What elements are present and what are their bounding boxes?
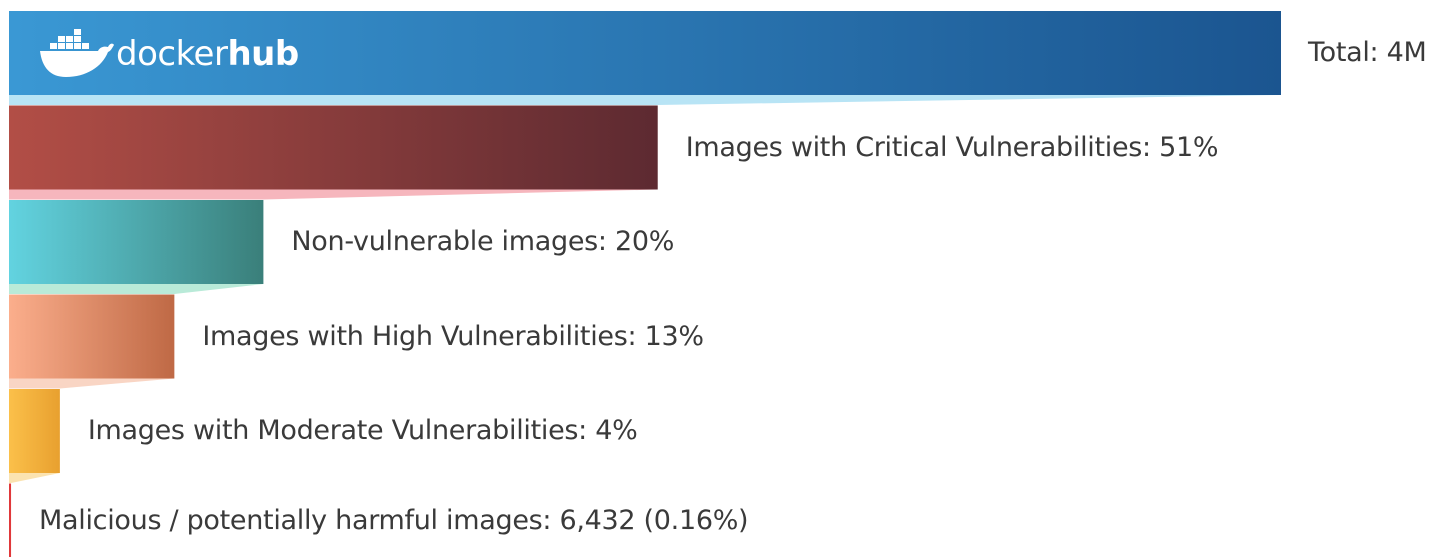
funnel-label-4: Images with Moderate Vulnerabilities: 4% — [87, 415, 638, 446]
funnel-connector-0 — [9, 95, 1281, 105]
docker-whale-icon — [40, 29, 114, 77]
funnel-bar-1 — [9, 105, 658, 190]
funnel-label-3: Images with High Vulnerabilities: 13% — [202, 320, 704, 352]
docker-hub-logo: dockerhub — [38, 29, 299, 79]
funnel-chart: dockerhub Total: 4M Images with Critical … — [0, 0, 1442, 557]
brand-word-docker: docker — [116, 34, 228, 74]
funnel-bar-3 — [9, 294, 175, 379]
funnel-bar-5 — [9, 483, 12, 557]
funnel-bar-2 — [9, 200, 264, 284]
funnel-connector-3 — [9, 378, 175, 389]
funnel-label-2: Non-vulnerable images: 20% — [291, 226, 675, 257]
funnel-bars — [9, 11, 1281, 557]
funnel-label-1: Images with Critical Vulnerabilities: 51… — [685, 131, 1219, 163]
funnel-connector-4 — [9, 473, 60, 483]
brand-word-hub: hub — [227, 34, 299, 74]
funnel-label-0: Total: 4M — [1308, 37, 1427, 68]
funnel-bar-4 — [9, 389, 60, 473]
funnel-connector-2 — [9, 284, 264, 294]
funnel-label-5: Malicious / potentially harmful images: … — [39, 504, 749, 536]
funnel-connector-1 — [9, 189, 658, 200]
